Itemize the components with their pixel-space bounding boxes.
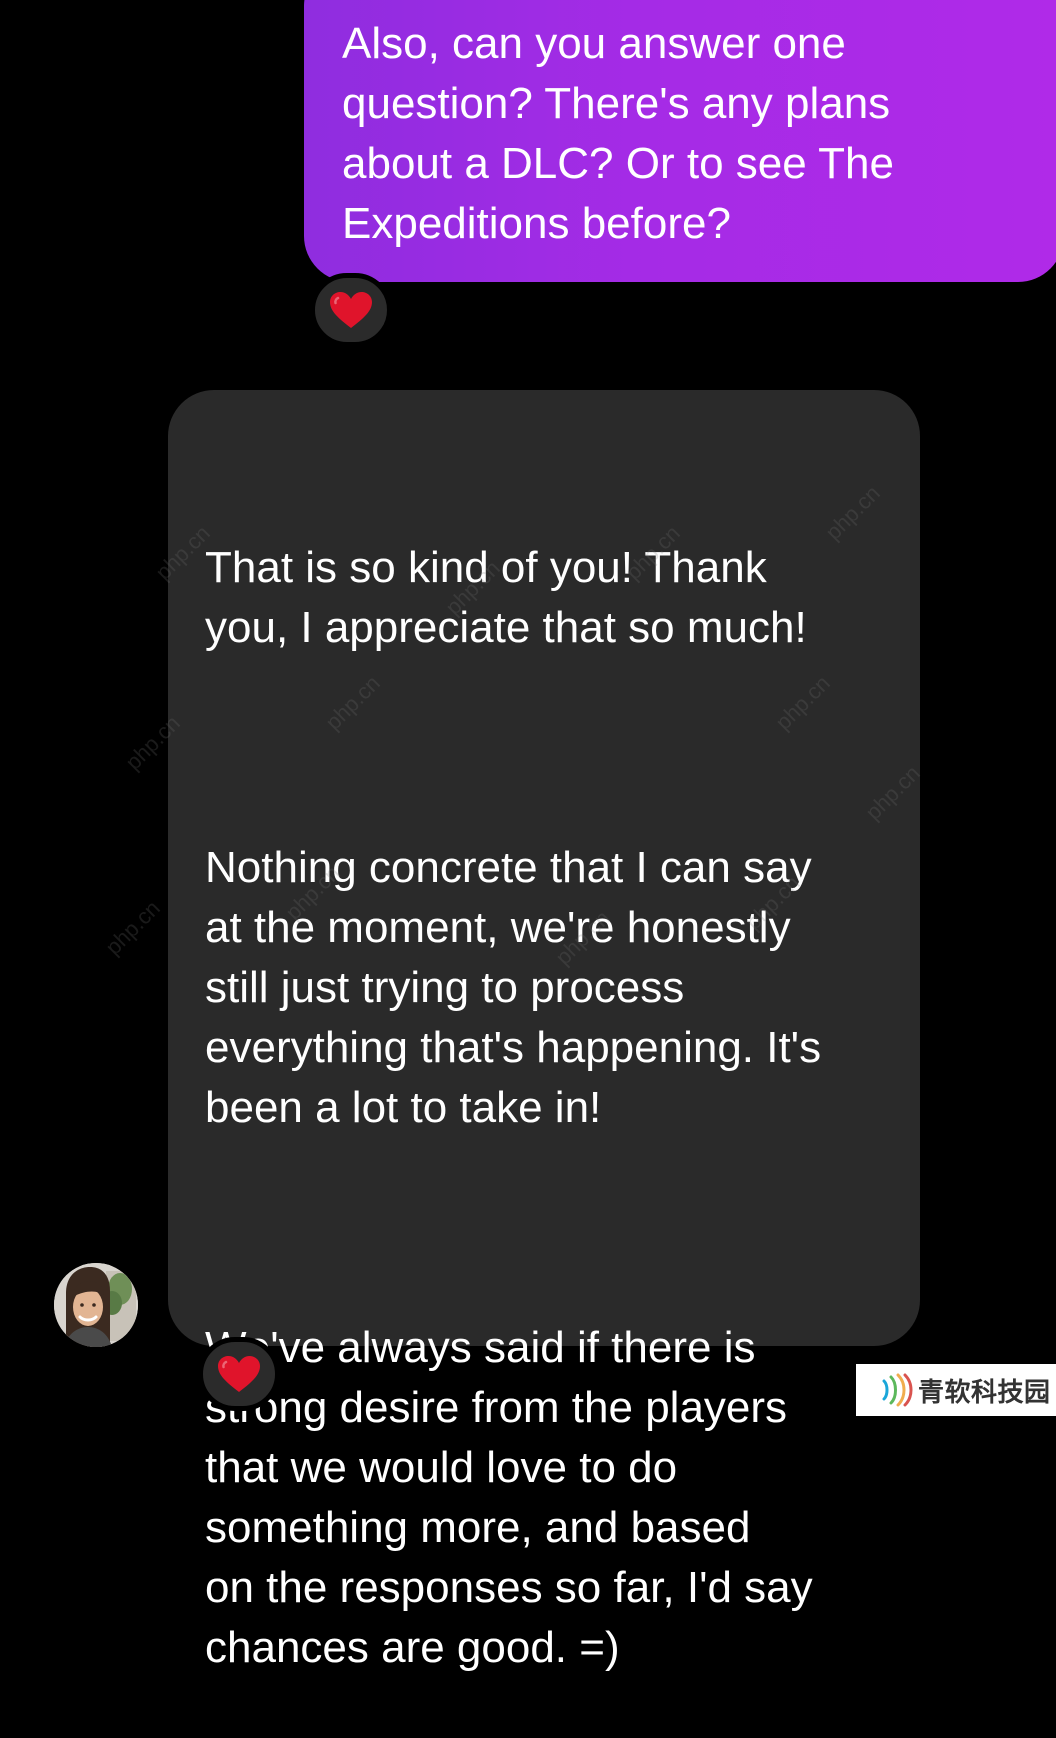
- received-message-paragraph: We've always said if there is strong des…: [205, 1323, 813, 1672]
- heart-icon: [330, 292, 372, 328]
- received-message-paragraph: That is so kind of you! Thank you, I app…: [205, 543, 807, 652]
- sender-avatar[interactable]: [54, 1263, 138, 1347]
- corner-logo: 青软科技园: [856, 1364, 1056, 1416]
- sent-message-reaction[interactable]: [310, 273, 392, 347]
- logo-text: 青软科技园: [918, 1376, 1051, 1407]
- avatar-photo: [54, 1263, 138, 1347]
- heart-icon: [218, 1356, 260, 1392]
- received-message-reaction[interactable]: [198, 1337, 280, 1411]
- sent-message-bubble[interactable]: Also, can you answer one question? There…: [304, 0, 1056, 282]
- received-message-paragraph: Nothing concrete that I can say at the m…: [205, 843, 822, 1132]
- watermark-text: php.cn: [100, 895, 165, 960]
- logo-icon: [882, 1373, 913, 1407]
- received-message-bubble[interactable]: That is so kind of you! Thank you, I app…: [168, 390, 920, 1672]
